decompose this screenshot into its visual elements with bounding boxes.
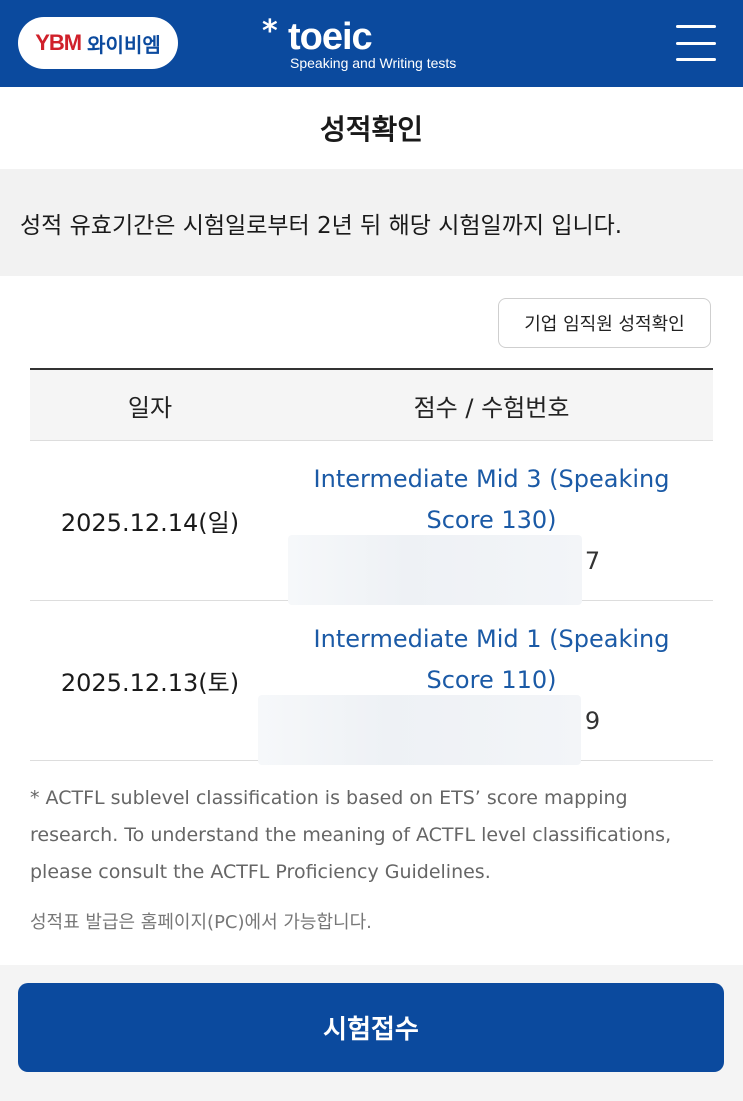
row-date: 2025.12.13(토) — [60, 669, 240, 697]
toeic-logo-text: toeic — [288, 16, 373, 58]
row-date: 2025.12.14(일) — [60, 509, 240, 537]
app-header: YBM 와이비엠 * toeic Speaking and Writing te… — [0, 0, 743, 87]
validity-notice-text: 성적 유효기간은 시험일로부터 2년 뒤 해당 시험일까지 입니다. — [20, 212, 623, 239]
exam-number-mask — [258, 695, 581, 765]
ybm-logo[interactable]: YBM 와이비엠 — [18, 17, 178, 69]
score-link[interactable]: Intermediate Mid 1 (Speaking Score 110) — [270, 619, 713, 701]
toeic-star-icon: * — [262, 14, 278, 49]
validity-notice: 성적 유효기간은 시험일로부터 2년 뒤 해당 시험일까지 입니다. — [0, 169, 743, 276]
exam-number-mask — [288, 535, 582, 605]
toeic-logo-subtitle: Speaking and Writing tests — [290, 55, 457, 71]
table-row: 2025.12.14(일) Intermediate Mid 3 (Speaki… — [30, 441, 713, 605]
ybm-logo-text: 와이비엠 — [87, 32, 161, 57]
menu-bar — [676, 25, 716, 28]
table-row: 2025.12.13(토) Intermediate Mid 1 (Speaki… — [30, 601, 713, 765]
hamburger-menu-icon[interactable] — [676, 25, 716, 61]
corporate-score-check-button[interactable]: 기업 임직원 성적확인 — [498, 298, 711, 348]
exam-apply-button[interactable]: 시험접수 — [18, 983, 724, 1072]
score-link[interactable]: Intermediate Mid 3 (Speaking Score 130) — [270, 459, 713, 541]
menu-bar — [676, 58, 716, 61]
ybm-logo-mark: YBM — [35, 30, 82, 55]
column-header-date: 일자 — [127, 393, 173, 422]
exam-number-tail: 7 — [584, 547, 601, 575]
actfl-footnote: * ACTFL sublevel classification is based… — [30, 787, 672, 883]
exam-number-tail: 9 — [584, 707, 601, 735]
page-title: 성적확인 — [0, 87, 743, 169]
toeic-logo[interactable]: * toeic Speaking and Writing tests — [262, 10, 502, 76]
table-header: 일자 점수 / 수험번호 — [30, 370, 713, 441]
report-issue-note: 성적표 발급은 홈페이지(PC)에서 가능합니다. — [30, 912, 372, 933]
column-header-score: 점수 / 수험번호 — [413, 393, 570, 422]
menu-bar — [676, 41, 716, 45]
score-table: 일자 점수 / 수험번호 2025.12.14(일) Intermediate … — [30, 368, 713, 765]
